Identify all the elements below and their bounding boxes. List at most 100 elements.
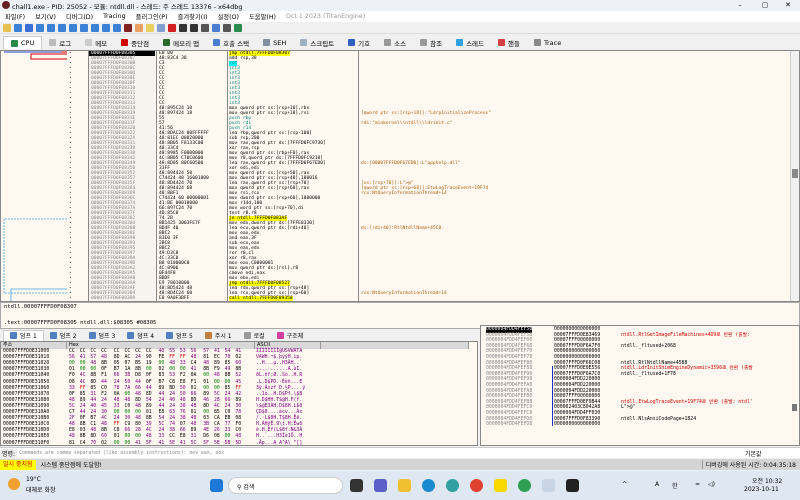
hex-byte[interactable]: 4C (80, 373, 91, 379)
hex-byte[interactable]: 0F (69, 392, 80, 398)
hex-byte[interactable]: 66 (114, 373, 125, 379)
hex-byte[interactable]: 00 (124, 434, 135, 440)
hex-byte[interactable]: F0 (69, 373, 80, 379)
tab-dump-5[interactable]: 덤프 5 (160, 330, 199, 341)
close-button[interactable]: ✕ (778, 0, 798, 11)
hex-byte[interactable]: 24 (225, 392, 236, 398)
hex-byte[interactable]: 41 (135, 441, 146, 446)
tab-dump-2[interactable]: 덤프 2 (44, 330, 83, 341)
clock-time[interactable]: 오전 10:32 (752, 476, 782, 485)
hex-byte[interactable]: 08 (214, 434, 225, 440)
task-view-icon[interactable] (350, 479, 363, 492)
file-explorer-icon[interactable] (398, 479, 411, 492)
hex-byte[interactable]: 46 (203, 398, 214, 404)
hex-byte[interactable]: 5C (191, 441, 202, 446)
clock-date[interactable]: 2023-10-11 (744, 486, 779, 493)
stack-row[interactable]: 0000004FDD4FEFD8 0000000000000000 (481, 422, 791, 428)
execute-till-return-icon[interactable] (102, 23, 110, 32)
hex-byte[interactable]: 01 (191, 386, 202, 392)
hex-byte[interactable]: 48 (114, 398, 125, 404)
hex-byte[interactable]: F1 (191, 380, 202, 386)
globe-icon[interactable] (234, 23, 242, 32)
hex-byte[interactable]: 48 (69, 398, 80, 404)
command-input[interactable]: Commands are comma separated (like assem… (17, 451, 745, 456)
hex-byte[interactable]: 48 (124, 398, 135, 404)
app-icon[interactable] (446, 479, 459, 492)
hex-byte[interactable]: 89 (80, 398, 91, 404)
ime-language[interactable]: 한 (672, 481, 678, 490)
hex-byte[interactable]: 5E (169, 441, 180, 446)
hex-byte[interactable]: 8B (80, 434, 91, 440)
hex-byte[interactable]: FF (235, 386, 246, 392)
tab-breakpoint[interactable]: 중단점 (114, 36, 156, 49)
hex-byte[interactable]: 5D (235, 441, 246, 446)
hex-byte[interactable]: 5C (214, 392, 225, 398)
network-icon[interactable]: ≈ (695, 481, 700, 488)
hex-byte[interactable]: 89 (159, 386, 170, 392)
hex-byte[interactable]: 24 (114, 380, 125, 386)
hex-byte[interactable]: 00 (124, 441, 135, 446)
hex-byte[interactable]: 83 (159, 373, 170, 379)
ime-mode[interactable]: A (655, 481, 659, 488)
hex-byte[interactable]: 7A (124, 386, 135, 392)
hex-byte[interactable]: 08 (69, 380, 80, 386)
hex-byte[interactable]: 00 (203, 386, 214, 392)
hex-byte[interactable]: 85 (80, 392, 91, 398)
hex-dump-view[interactable]: 주소 Hex ASCII 00007FFFD0E31000 CC CC CC CC CC C… (0, 341, 478, 446)
hex-byte[interactable]: 00 (114, 441, 125, 446)
hex-byte[interactable]: 60 (101, 434, 112, 440)
volume-icon[interactable]: ◁) (708, 481, 715, 488)
hex-byte[interactable]: 8B (90, 373, 101, 379)
trace-into-icon[interactable] (80, 23, 88, 32)
search-box[interactable]: ⚲ 검색 (228, 477, 343, 494)
hex-byte[interactable]: 5B (225, 441, 236, 446)
label-icon[interactable] (157, 23, 165, 32)
disassembly-row[interactable]: • 00007FFFD0F083B9 E8 9A0F3BFF call ntdll.7… (1, 296, 791, 301)
hex-byte[interactable]: 00 (225, 434, 236, 440)
tab-script[interactable]: 스크립트 (293, 36, 341, 49)
hex-byte[interactable]: 41 (159, 441, 170, 446)
hex-byte[interactable]: 40 (90, 404, 101, 410)
hex-byte[interactable]: 50 (180, 386, 191, 392)
hex-byte[interactable]: 8D (90, 380, 101, 386)
scroll-thumb[interactable] (792, 169, 798, 178)
hex-byte[interactable]: 0A (114, 392, 125, 398)
weather-temp[interactable]: 19°C (26, 476, 41, 483)
pause-icon[interactable] (47, 23, 55, 32)
hash-icon[interactable] (190, 23, 198, 32)
hex-byte[interactable]: 00 (124, 392, 135, 398)
breakpoint-dot[interactable]: • (69, 296, 72, 301)
hex-byte[interactable]: 5E (214, 441, 225, 446)
hex-byte[interactable]: 28 (214, 398, 225, 404)
hex-byte[interactable]: 52 (235, 373, 246, 379)
hex-byte[interactable]: 02 (101, 441, 112, 446)
hex-byte[interactable]: 00 (225, 380, 236, 386)
hex-byte[interactable]: 89 (146, 404, 157, 410)
hex-byte[interactable]: D8 (135, 373, 146, 379)
tab-dump-7[interactable]: 로컬 (238, 330, 271, 341)
hex-byte[interactable]: 70 (90, 441, 101, 446)
hex-byte[interactable]: E8 (180, 380, 191, 386)
hex-byte[interactable]: F2 (101, 392, 112, 398)
minimize-button[interactable]: – (730, 0, 750, 11)
hex-byte[interactable]: 8D (146, 392, 157, 398)
hex-byte[interactable]: 44 (135, 380, 146, 386)
hex-byte[interactable]: 78 (114, 386, 125, 392)
disassembly-scrollbar[interactable] (790, 51, 799, 301)
hex-byte[interactable]: 8B (225, 373, 236, 379)
hex-byte[interactable]: 44 (146, 386, 157, 392)
hex-byte[interactable]: 30 (235, 404, 246, 410)
hex-byte[interactable]: 24 (101, 398, 112, 404)
hex-byte[interactable]: 66 (191, 392, 202, 398)
stack-view[interactable]: 0000004FDD4FEF50 0000000000000000 0000004F… (480, 325, 800, 446)
hex-byte[interactable]: 00 (214, 380, 225, 386)
tab-log[interactable]: 로그 (42, 36, 78, 49)
stop-icon[interactable] (25, 23, 33, 32)
run-to-user-code-icon[interactable] (113, 23, 121, 32)
hex-byte[interactable]: 48 (135, 404, 146, 410)
stack-scroll-thumb[interactable] (792, 404, 797, 411)
hex-byte[interactable]: BD (169, 386, 180, 392)
hex-byte[interactable]: 50 (180, 392, 191, 398)
menu-plugins[interactable]: 플러그인(P) (131, 12, 173, 21)
scylla-icon[interactable] (124, 23, 132, 32)
